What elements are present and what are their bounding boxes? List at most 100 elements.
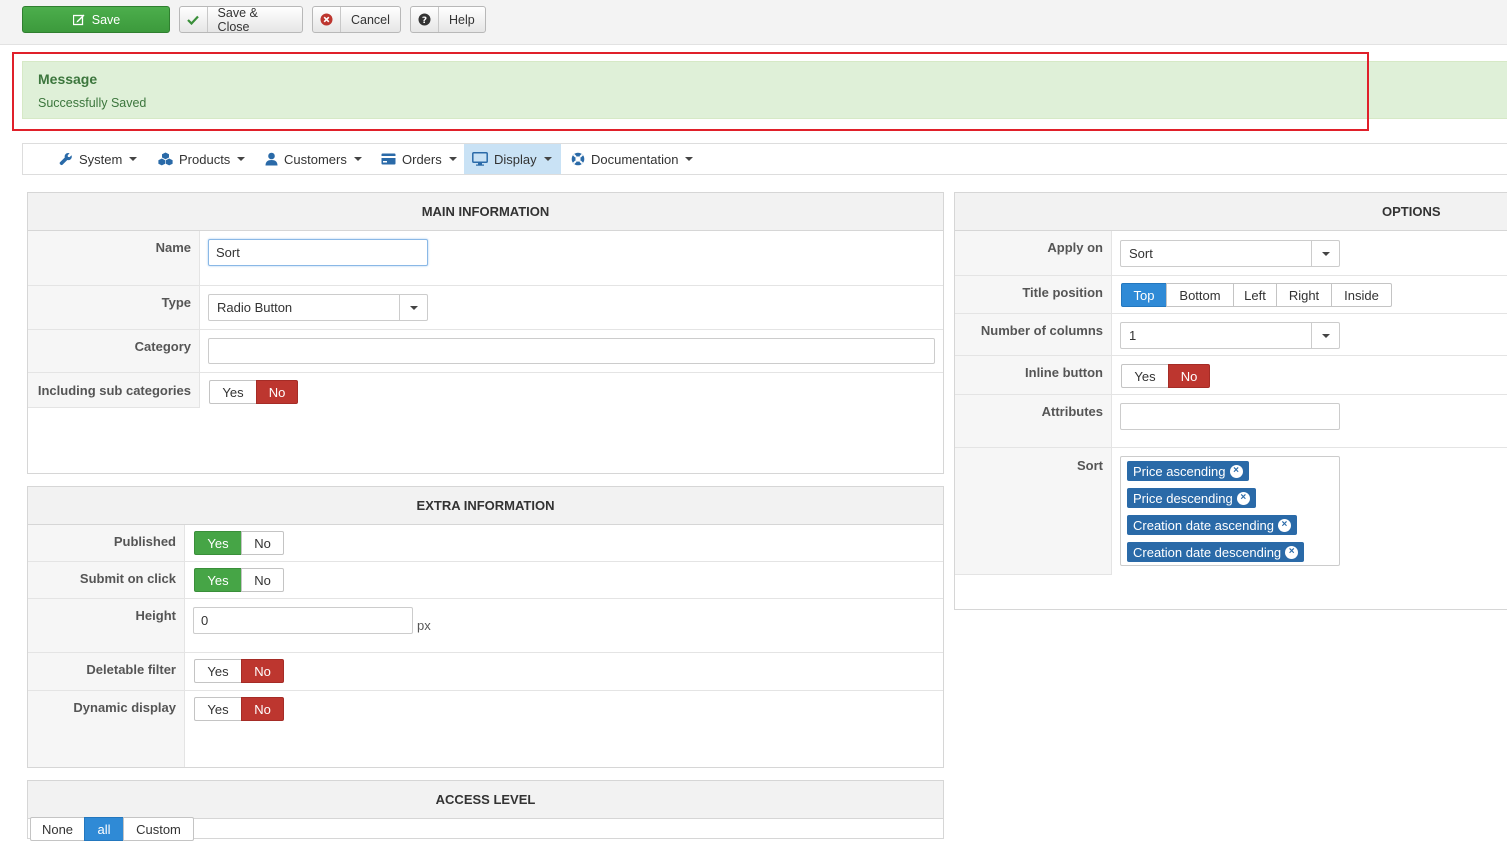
- access-level-heading: ACCESS LEVEL: [28, 781, 943, 819]
- chevron-down-icon[interactable]: [399, 295, 427, 320]
- help-button[interactable]: ? Help: [410, 6, 486, 33]
- sort-tag: Creation date ascending ×: [1127, 515, 1297, 535]
- extra-information-panel: EXTRA INFORMATION Published Yes No Submi…: [27, 486, 944, 768]
- chevron-down-icon: [685, 157, 694, 161]
- toolbar: Save Save & Close Cancel ? Help: [0, 0, 1507, 45]
- columns-label: Number of columns: [980, 323, 1103, 338]
- nav-label-documentation: Documentation: [591, 151, 679, 167]
- nav-label-products: Products: [179, 151, 231, 167]
- chevron-down-icon: [237, 157, 246, 161]
- name-row: Name Sort: [28, 231, 943, 286]
- published-row: Published Yes No: [28, 525, 943, 562]
- chevron-down-icon[interactable]: [1311, 241, 1339, 266]
- cancel-button[interactable]: Cancel: [312, 6, 401, 33]
- inline-no-button[interactable]: No: [1168, 364, 1210, 388]
- options-heading: OPTIONS: [955, 193, 1507, 231]
- access-none-button[interactable]: None: [30, 817, 85, 841]
- category-label: Category: [134, 339, 191, 354]
- height-input[interactable]: 0: [193, 607, 413, 634]
- apply-on-select[interactable]: Sort: [1120, 240, 1340, 267]
- title-position-bottom-button[interactable]: Bottom: [1166, 283, 1234, 307]
- access-custom-button[interactable]: Custom: [123, 817, 194, 841]
- title-position-top-button[interactable]: Top: [1121, 283, 1167, 307]
- submit-no-button[interactable]: No: [241, 568, 284, 592]
- save-label: Save: [91, 12, 121, 27]
- name-label: Name: [155, 240, 191, 255]
- cubes-icon: [158, 152, 173, 166]
- apply-on-label: Apply on: [1047, 240, 1103, 255]
- wrench-icon: [59, 152, 72, 166]
- type-label: Type: [161, 295, 191, 310]
- svg-text:?: ?: [422, 16, 427, 26]
- attributes-input[interactable]: [1120, 403, 1340, 430]
- columns-select[interactable]: 1: [1120, 322, 1340, 349]
- nav-item-customers[interactable]: Customers: [257, 144, 370, 174]
- remove-tag-icon[interactable]: ×: [1229, 464, 1243, 478]
- apply-on-row: Apply on Sort: [955, 231, 1507, 276]
- type-row: Type Radio Button: [28, 286, 943, 330]
- nav-label-display: Display: [494, 151, 537, 167]
- chevron-down-icon[interactable]: [1311, 323, 1339, 348]
- remove-tag-icon[interactable]: ×: [1277, 518, 1291, 532]
- chevron-down-icon: [129, 157, 138, 161]
- nav-item-system[interactable]: System: [51, 144, 145, 174]
- published-no-button[interactable]: No: [241, 531, 284, 555]
- nav-label-orders: Orders: [402, 151, 442, 167]
- category-row: Category: [28, 330, 943, 373]
- subcategories-no-button[interactable]: No: [256, 380, 298, 404]
- title-position-right-button[interactable]: Right: [1276, 283, 1332, 307]
- sort-tag-label: Creation date descending: [1133, 544, 1282, 560]
- subcategories-yes-button[interactable]: Yes: [209, 380, 257, 404]
- access-level-toggle: None all Custom: [30, 817, 194, 841]
- nav-item-display[interactable]: Display: [464, 144, 561, 174]
- inline-button-label: Inline button: [1025, 365, 1103, 380]
- deletable-filter-toggle: Yes No: [194, 659, 284, 683]
- remove-tag-icon[interactable]: ×: [1236, 491, 1250, 505]
- sort-tags-input[interactable]: Price ascending × Price descending × Cre…: [1120, 456, 1340, 566]
- height-row: Height 0 px: [28, 599, 943, 653]
- apply-on-value: Sort: [1129, 246, 1153, 261]
- save-button[interactable]: Save: [22, 6, 170, 33]
- type-select[interactable]: Radio Button: [208, 294, 428, 321]
- category-input[interactable]: [208, 338, 935, 364]
- sort-row: Sort Price ascending × Price descending …: [955, 448, 1507, 609]
- help-label: Help: [449, 12, 475, 27]
- submit-on-click-label: Submit on click: [79, 571, 176, 586]
- options-panel: OPTIONS Apply on Sort Title position Top…: [954, 192, 1507, 610]
- dynamic-no-button[interactable]: No: [241, 697, 284, 721]
- deletable-yes-button[interactable]: Yes: [194, 659, 242, 683]
- title-position-label: Title position: [1022, 285, 1103, 300]
- chevron-down-icon: [448, 157, 457, 161]
- columns-value: 1: [1129, 328, 1137, 343]
- nav-item-documentation[interactable]: Documentation: [563, 144, 701, 174]
- submit-yes-button[interactable]: Yes: [194, 568, 242, 592]
- deletable-filter-label: Deletable filter: [86, 662, 176, 677]
- check-icon: [180, 7, 208, 32]
- nav-item-orders[interactable]: Orders: [373, 144, 465, 174]
- credit-card-icon: [381, 153, 396, 165]
- cancel-label: Cancel: [351, 12, 390, 27]
- life-ring-icon: [571, 152, 585, 166]
- access-level-panel: ACCESS LEVEL None all Custom: [27, 780, 944, 841]
- nav-item-products[interactable]: Products: [150, 144, 253, 174]
- sort-tag-label: Creation date ascending: [1133, 517, 1274, 533]
- save-close-label: Save & Close: [217, 5, 258, 34]
- sort-tag: Price ascending ×: [1127, 461, 1249, 481]
- extra-information-heading: EXTRA INFORMATION: [28, 487, 943, 525]
- dynamic-yes-button[interactable]: Yes: [194, 697, 242, 721]
- nav-label-system: System: [79, 151, 123, 167]
- subcategories-toggle: Yes No: [209, 380, 298, 404]
- inline-yes-button[interactable]: Yes: [1121, 364, 1169, 388]
- subcategories-row: Including sub categories Yes No: [28, 373, 943, 473]
- access-all-button[interactable]: all: [84, 817, 124, 841]
- title-position-toggle: Top Bottom Left Right Inside: [1121, 283, 1392, 307]
- remove-tag-icon[interactable]: ×: [1285, 545, 1299, 559]
- name-input[interactable]: Sort: [208, 239, 428, 266]
- inline-button-row: Inline button Yes No: [955, 356, 1507, 395]
- deletable-no-button[interactable]: No: [241, 659, 284, 683]
- published-yes-button[interactable]: Yes: [194, 531, 242, 555]
- main-nav: System Products Customers Orders Display…: [22, 143, 1507, 175]
- save-close-button[interactable]: Save & Close: [179, 5, 303, 34]
- title-position-inside-button[interactable]: Inside: [1331, 283, 1392, 307]
- title-position-left-button[interactable]: Left: [1233, 283, 1277, 307]
